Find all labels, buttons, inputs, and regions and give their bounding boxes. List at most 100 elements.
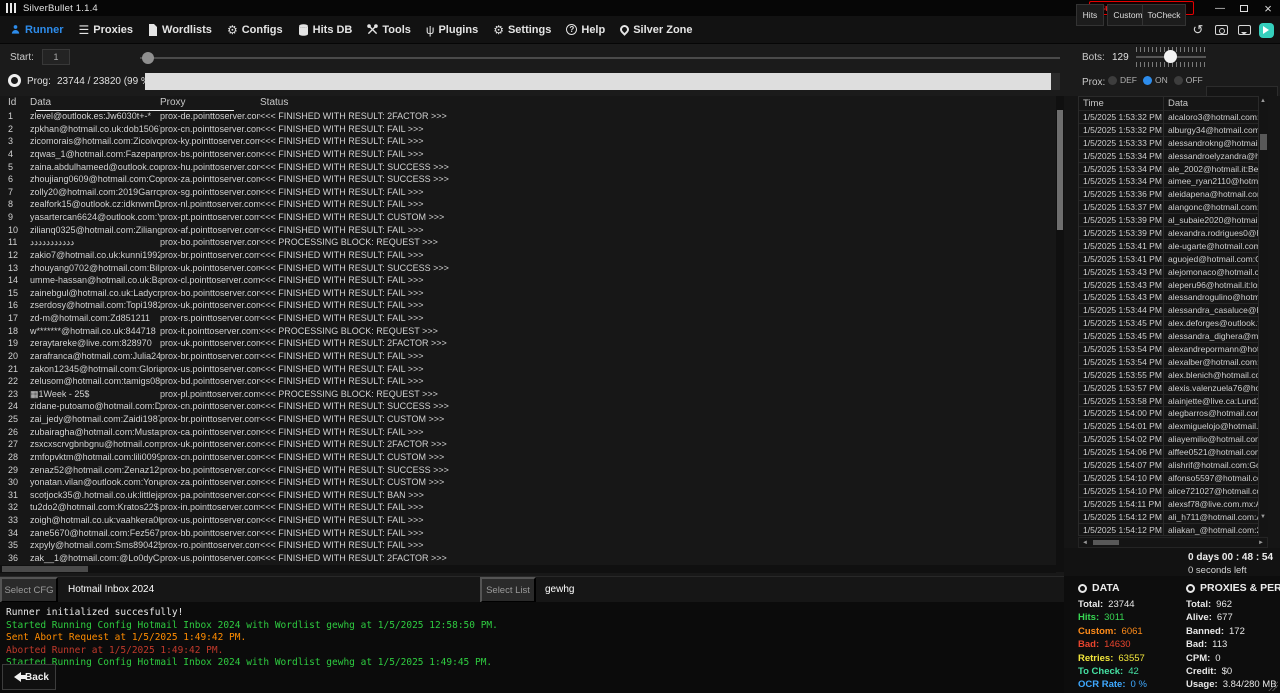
hit-row[interactable]: 1/5/2025 1:53:57 PM alexis.valenzuela76@h…: [1079, 381, 1258, 395]
table-row[interactable]: 17 zd-m@hotmail.com:Zd851211 prox-rs.point…: [0, 312, 1056, 325]
hit-row[interactable]: 1/5/2025 1:54:12 PM aliakan_@hotmail.com:…: [1079, 523, 1258, 535]
chat-icon[interactable]: [1236, 22, 1252, 38]
maximize-button[interactable]: [1232, 0, 1256, 16]
table-row[interactable]: 25 zai_jedy@hotmail.com:Zaidi1987 prox-br.…: [0, 413, 1056, 426]
table-row[interactable]: 34 zane5670@hotmail.com:Fez567005prox-bb.…: [0, 527, 1056, 540]
hit-row[interactable]: 1/5/2025 1:53:34 PM alessandroelyzandra@h…: [1079, 149, 1258, 163]
hits-panel[interactable]: Time Data 1/5/2025 1:53:32 PM alcaloro3@h…: [1078, 96, 1259, 536]
table-row[interactable]: 30 yonatan.vilan@outlook.com:Yonata prox-z…: [0, 476, 1056, 489]
results-horizontal-scrollbar[interactable]: [0, 565, 1056, 573]
scrollbar-thumb[interactable]: [1057, 110, 1063, 230]
table-row[interactable]: 7 zolly20@hotmail.com:2019Garros prox-sg.p…: [0, 186, 1056, 199]
hit-row[interactable]: 1/5/2025 1:54:02 PM aliayemilio@hotmail.c…: [1079, 433, 1258, 447]
hit-row[interactable]: 1/5/2025 1:53:45 PM alex.deforges@outlook…: [1079, 317, 1258, 331]
table-row[interactable]: 2 zpkhan@hotmail.co.uk:dob150673 prox-cn.p…: [0, 123, 1056, 136]
scrollbar-thumb[interactable]: [1093, 540, 1119, 545]
table-row[interactable]: 27 zsxcxscrvgbnbgnu@hotmail.com:awprox-uk…: [0, 438, 1056, 451]
table-row[interactable]: 35 zxpyly@hotmail.com:Sms890425! prox-ro.p…: [0, 539, 1056, 552]
table-row[interactable]: 16 zserdosy@hotmail.com:Topi198206 prox-uk…: [0, 299, 1056, 312]
position-slider-handle[interactable]: [142, 52, 154, 64]
hit-row[interactable]: 1/5/2025 1:53:55 PM alex.blenich@hotmail.…: [1079, 368, 1258, 382]
table-row[interactable]: 18 w*******@hotmail.co.uk:844718 prox-it.p…: [0, 325, 1056, 338]
position-slider[interactable]: [140, 52, 1060, 64]
table-row[interactable]: 22 zelusom@hotmail.com:tamigs08 prox-bd.po…: [0, 375, 1056, 388]
menu-hits-db[interactable]: Hits DB: [298, 24, 352, 36]
table-row[interactable]: 1 zlevel@outlook.es:Jw6030t+-* prox-de.poi…: [0, 110, 1056, 123]
hit-row[interactable]: 1/5/2025 1:53:43 PM alejomonaco@hotmail.c…: [1079, 265, 1258, 279]
telegram-icon[interactable]: [1259, 22, 1274, 38]
scroll-right-icon[interactable]: ►: [1258, 540, 1264, 546]
scrollbar-thumb[interactable]: [1260, 134, 1267, 150]
table-row[interactable]: 6 zhoujiang0609@hotmail.com:Coolir prox-za…: [0, 173, 1056, 186]
table-row[interactable]: 26 zubairagha@hotmail.com:Mustafa2 prox-ca…: [0, 426, 1056, 439]
table-row[interactable]: 21 zakon12345@hotmail.com:Gloria13 prox-us…: [0, 363, 1056, 376]
menu-runner[interactable]: Runner: [10, 24, 64, 36]
table-row[interactable]: 36 zak__1@hotmail.com:@Lo0dyCo0l prox-us.p…: [0, 552, 1056, 565]
menu-wordlists[interactable]: Wordlists: [148, 23, 212, 36]
table-row[interactable]: 28 zmfopvktm@hotmail.com:lili009900 prox-c…: [0, 451, 1056, 464]
table-row[interactable]: 20 zarafranca@hotmail.com:Julia2438. prox-…: [0, 350, 1056, 363]
table-row[interactable]: 9 yasartercan6624@outlook.com:Yy1:prox-pt…: [0, 211, 1056, 224]
menu-tools[interactable]: Tools: [367, 24, 411, 36]
hit-row[interactable]: 1/5/2025 1:53:33 PM alessandrokng@hotmail…: [1079, 136, 1258, 150]
hit-row[interactable]: 1/5/2025 1:54:12 PM ali_h711@hotmail.com:…: [1079, 510, 1258, 524]
hit-row[interactable]: 1/5/2025 1:53:41 PM ale-ugarte@hotmail.co…: [1079, 239, 1258, 253]
scroll-up-icon[interactable]: ▲: [1260, 98, 1266, 104]
close-button[interactable]: ×: [1256, 0, 1280, 16]
screenshot-camera-icon[interactable]: [1213, 22, 1229, 38]
results-table[interactable]: Id Data Proxy Status 1 zlevel@outlook.es:…: [0, 96, 1056, 567]
tab-hits[interactable]: Hits: [1076, 4, 1104, 26]
table-row[interactable]: 4 zqwas_1@hotmail.com:Fazepamaajprox-bs.p…: [0, 148, 1056, 161]
table-row[interactable]: 13 zhouyang0702@hotmail.com:Bill00 prox-uk…: [0, 262, 1056, 275]
table-row[interactable]: 29 zenaz52@hotmail.com:Zenaz1234 prox-bo.p…: [0, 464, 1056, 477]
menu-help[interactable]: ? Help: [566, 24, 605, 36]
menu-configs[interactable]: ⚙ Configs: [227, 24, 283, 36]
table-row[interactable]: 33 zoigh@hotmail.co.uk:vaahkera06 prox-us.…: [0, 514, 1056, 527]
hit-row[interactable]: 1/5/2025 1:53:54 PM alexandrepormann@hot: [1079, 343, 1258, 356]
table-row[interactable]: 5 zaina.abdulhameed@outlook.com:2 prox-hu.…: [0, 161, 1056, 174]
hit-row[interactable]: 1/5/2025 1:53:34 PM aimee_ryan2110@hotma: [1079, 175, 1258, 189]
hit-row[interactable]: 1/5/2025 1:53:39 PM alexandra.rodrigues0@…: [1079, 227, 1258, 240]
hits-vertical-scrollbar[interactable]: ▲ ▼: [1259, 96, 1268, 536]
hit-row[interactable]: 1/5/2025 1:53:34 PM ale_2002@hotmail.it:B…: [1079, 162, 1258, 176]
prox-radio-on[interactable]: ON: [1143, 75, 1168, 85]
hit-row[interactable]: 1/5/2025 1:54:11 PM alexsf78@live.com.mx:…: [1079, 497, 1258, 511]
hit-row[interactable]: 1/5/2025 1:53:43 PM aleperu96@hotmail.it:…: [1079, 278, 1258, 292]
hit-row[interactable]: 1/5/2025 1:54:01 PM alexmiguelojo@hotmail…: [1079, 420, 1258, 434]
hit-row[interactable]: 1/5/2025 1:53:54 PM alexalber@hotmail.com…: [1079, 355, 1258, 369]
table-row[interactable]: 12 zakio7@hotmail.co.uk:kunni1992 prox-br.…: [0, 249, 1056, 262]
table-row[interactable]: 11 ددددددددددد prox-bo.pointtoserver.com <<…: [0, 236, 1056, 249]
menu-proxies[interactable]: ☰ Proxies: [79, 24, 134, 36]
hit-row[interactable]: 1/5/2025 1:54:00 PM alegbarros@hotmail.co…: [1079, 407, 1258, 421]
hit-row[interactable]: 1/5/2025 1:53:36 PM aleidapena@hotmail.co…: [1079, 188, 1258, 202]
select-list-button[interactable]: Select List: [480, 577, 536, 603]
scroll-left-icon[interactable]: ◄: [1082, 540, 1088, 546]
hit-row[interactable]: 1/5/2025 1:53:32 PM alburgy34@hotmail.com: [1079, 123, 1258, 137]
hit-row[interactable]: 1/5/2025 1:53:58 PM alainjette@live.ca:Lu…: [1079, 394, 1258, 408]
hit-row[interactable]: 1/5/2025 1:54:10 PM alfonso5597@hotmail.c…: [1079, 471, 1258, 485]
table-row[interactable]: 10 zilianq0325@hotmail.com:Ziliang32 prox-…: [0, 224, 1056, 237]
table-row[interactable]: 15 zainebgul@hotmail.co.uk:Ladycroft prox-…: [0, 287, 1056, 300]
tab-tocheck[interactable]: ToCheck: [1142, 4, 1186, 26]
hit-row[interactable]: 1/5/2025 1:53:39 PM al_subaie2020@hotmail…: [1079, 214, 1258, 228]
scrollbar-thumb[interactable]: [2, 566, 88, 572]
prox-radio-def[interactable]: DEF: [1108, 75, 1137, 85]
hit-row[interactable]: 1/5/2025 1:54:06 PM alffee0521@hotmail.co…: [1079, 446, 1258, 460]
history-icon[interactable]: ↺: [1190, 22, 1206, 38]
hit-row[interactable]: 1/5/2025 1:54:07 PM alishrif@hotmail.com:…: [1079, 459, 1258, 472]
table-row[interactable]: 24 zidane-putoamo@hotmail.com:Dio: prox-cn…: [0, 400, 1056, 413]
hit-row[interactable]: 1/5/2025 1:53:32 PM alcaloro3@hotmail.com…: [1079, 111, 1258, 124]
back-button[interactable]: Back: [2, 664, 56, 690]
table-row[interactable]: 14 umme-hassan@hotmail.co.uk:Basri1prox-c…: [0, 274, 1056, 287]
bots-slider-handle[interactable]: [1164, 50, 1177, 63]
hit-row[interactable]: 1/5/2025 1:53:43 PM alessandrogulino@hotm: [1079, 291, 1258, 305]
scroll-down-icon[interactable]: ▼: [1260, 514, 1266, 520]
table-row[interactable]: 31 scotjock35@.hotmail.co.uk:littlejake pr…: [0, 489, 1056, 502]
table-row[interactable]: 3 zicomorais@hotmail.com:Zicoivone prox-ky…: [0, 135, 1056, 148]
hit-row[interactable]: 1/5/2025 1:53:45 PM alessandra_dighera@ms…: [1079, 330, 1258, 344]
hit-row[interactable]: 1/5/2025 1:53:37 PM alangonc@hotmail.com:: [1079, 201, 1258, 215]
table-row[interactable]: 8 zealfork15@outlook.cz:idknwmDale prox-nl…: [0, 198, 1056, 211]
hit-row[interactable]: 1/5/2025 1:53:44 PM alessandra_casaluce@h…: [1079, 304, 1258, 318]
prox-radio-off[interactable]: OFF: [1173, 75, 1203, 85]
hit-row[interactable]: 1/5/2025 1:54:10 PM alice721027@hotmail.c…: [1079, 484, 1258, 498]
